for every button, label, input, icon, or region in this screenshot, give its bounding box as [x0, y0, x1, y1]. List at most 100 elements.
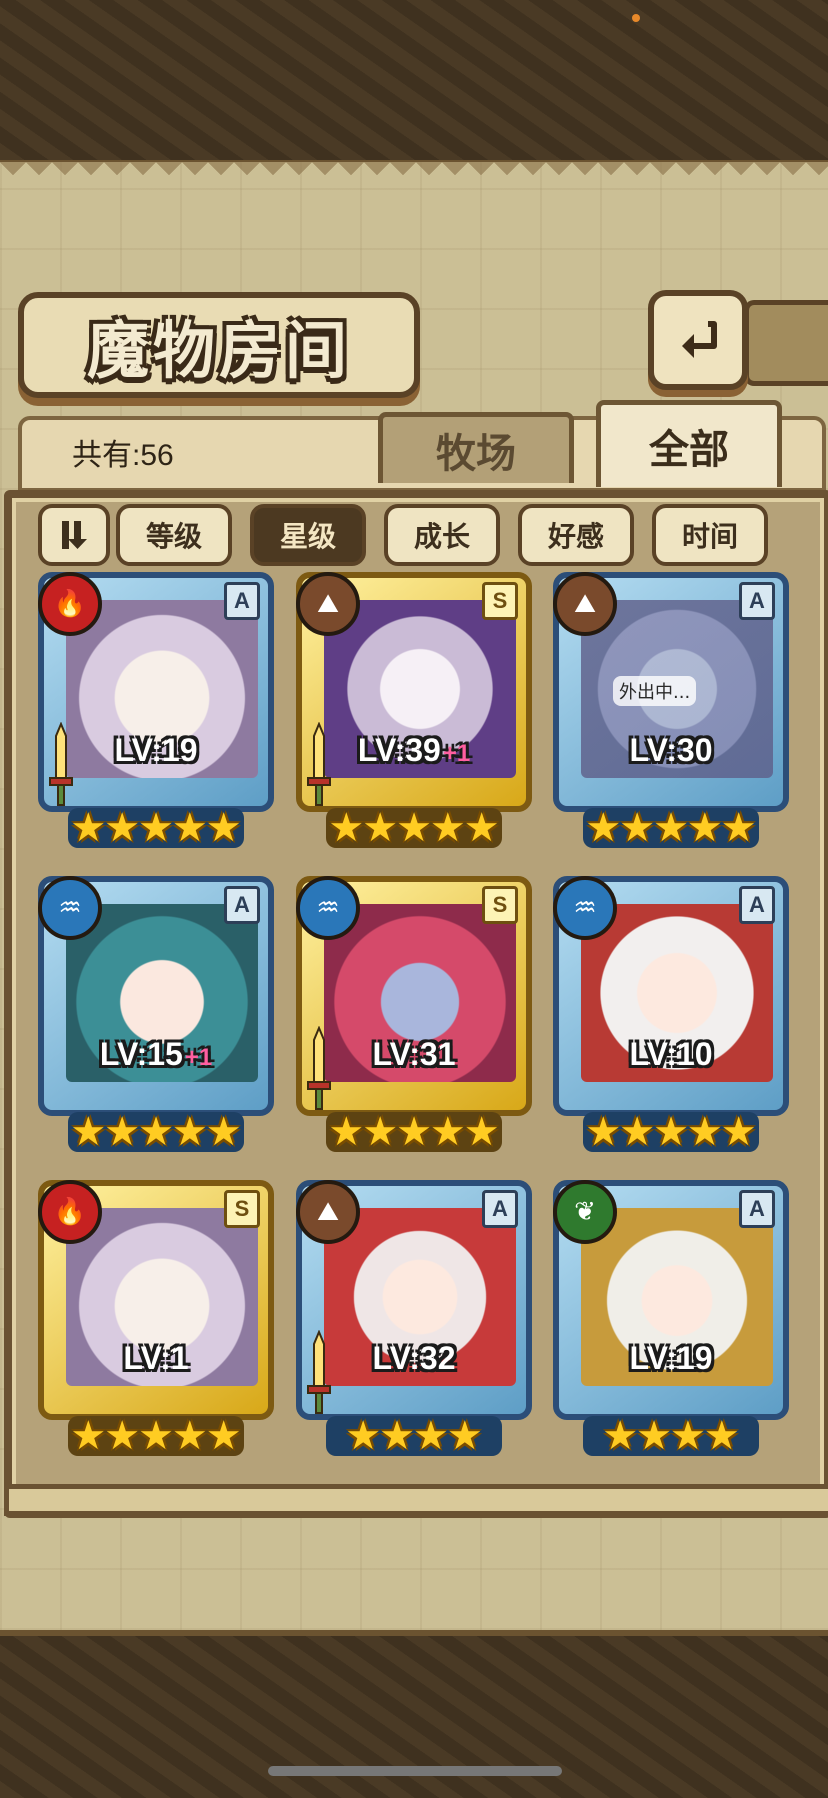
monster-card[interactable]: ⛰ A LV:32 ★ ★ ★ ★: [296, 1180, 532, 1470]
star-rating: ★ ★ ★ ★: [296, 1408, 532, 1464]
earth-element-icon: ⛰: [296, 1180, 360, 1244]
sort-growth-label: 成长: [413, 520, 470, 553]
monster-card[interactable]: ❦ A LV:19 ★ ★ ★ ★: [553, 1180, 789, 1470]
fire-element-icon: 🔥: [38, 1180, 102, 1244]
level-label: LV:31: [296, 1036, 532, 1073]
star-icon: ★: [602, 1413, 639, 1459]
grid-bottom-rail: [4, 1484, 828, 1516]
water-element-icon: ♒: [553, 876, 617, 940]
title-plate: 魔物房间: [18, 292, 420, 398]
star-rating: ★ ★ ★ ★ ★: [38, 1408, 274, 1464]
star-icon: ★: [720, 805, 757, 851]
monster-card[interactable]: 🔥 A LV:19 ★ ★ ★ ★ ★: [38, 572, 274, 862]
rank-badge: A: [739, 582, 775, 620]
sort-star-button[interactable]: 星级: [250, 504, 366, 566]
star-rating: ★ ★ ★ ★ ★: [553, 1104, 789, 1160]
tab-ranch[interactable]: 牧场: [378, 412, 574, 483]
tab-all[interactable]: 全部: [596, 400, 782, 487]
rank-badge: A: [739, 886, 775, 924]
rank-badge: S: [482, 582, 518, 620]
star-icon: ★: [205, 805, 242, 851]
rank-badge: A: [224, 886, 260, 924]
star-icon: ★: [686, 805, 723, 851]
rank-badge: S: [482, 886, 518, 924]
level-label: LV:15+1: [38, 1036, 274, 1073]
star-icon: ★: [446, 1413, 483, 1459]
star-rating: ★ ★ ★ ★: [553, 1408, 789, 1464]
star-icon: ★: [703, 1413, 740, 1459]
sort-time-label: 时间: [681, 520, 738, 553]
star-icon: ★: [653, 805, 689, 851]
water-element-icon: ♒: [38, 876, 102, 940]
star-icon: ★: [463, 1109, 500, 1155]
star-icon: ★: [396, 805, 432, 851]
star-icon: ★: [362, 1109, 399, 1155]
monster-card[interactable]: ♒ A LV:15+1 ★ ★ ★ ★ ★: [38, 876, 274, 1166]
home-indicator[interactable]: [268, 1766, 562, 1776]
rank-badge: S: [224, 1190, 260, 1228]
level-value: LV:15: [99, 1036, 183, 1072]
star-icon: ★: [138, 1109, 174, 1155]
sort-affection-label: 好感: [547, 520, 604, 553]
star-icon: ★: [104, 805, 141, 851]
monster-card[interactable]: ⛰ S LV:39+1 ★ ★ ★ ★ ★: [296, 572, 532, 862]
star-icon: ★: [619, 1109, 656, 1155]
sort-affection-button[interactable]: 好感: [518, 504, 634, 566]
monster-card[interactable]: ⛰ A LV:30 ★ ★ ★ ★ ★ 外出中...: [553, 572, 789, 862]
level-value: LV:10: [629, 1036, 713, 1072]
sort-row: 等级 星级 成长 好感 时间: [0, 500, 828, 566]
level-value: LV:19: [114, 732, 198, 768]
fire-element-icon: 🔥: [38, 572, 102, 636]
status-indicator-dot: [632, 14, 640, 22]
level-bonus: +1: [184, 1044, 213, 1071]
away-status: 外出中...: [613, 676, 697, 706]
level-value: LV:32: [372, 1340, 456, 1376]
star-icon: ★: [396, 1109, 432, 1155]
panel-edge-decoration: [0, 162, 828, 188]
monster-card[interactable]: ♒ S LV:31 ★ ★ ★ ★ ★: [296, 876, 532, 1166]
star-icon: ★: [104, 1413, 141, 1459]
earth-element-icon: ⛰: [296, 572, 360, 636]
star-icon: ★: [636, 1413, 672, 1459]
sort-time-button[interactable]: 时间: [652, 504, 768, 566]
star-icon: ★: [70, 1413, 107, 1459]
star-icon: ★: [720, 1109, 757, 1155]
star-icon: ★: [205, 1109, 242, 1155]
star-icon: ★: [138, 1413, 174, 1459]
star-icon: ★: [585, 1109, 622, 1155]
owned-count: 共有:56: [72, 439, 174, 472]
tab-all-label: 全部: [649, 426, 729, 473]
star-icon: ★: [328, 1109, 365, 1155]
star-icon: ★: [328, 805, 365, 851]
earth-element-icon: ⛰: [553, 572, 617, 636]
level-value: LV:1: [123, 1340, 189, 1376]
level-label: LV:39+1: [296, 732, 532, 769]
page-title: 魔物房间: [86, 314, 351, 387]
star-icon: ★: [653, 1109, 689, 1155]
monster-card[interactable]: ♒ A LV:10 ★ ★ ★ ★ ★: [553, 876, 789, 1166]
sort-order-toggle[interactable]: [38, 504, 110, 566]
sort-order-icon: [62, 521, 87, 549]
level-value: LV:31: [372, 1036, 456, 1072]
level-label: LV:19: [38, 732, 274, 769]
sort-level-button[interactable]: 等级: [116, 504, 232, 566]
sort-level-label: 等级: [145, 520, 202, 553]
return-arrow-icon: [682, 321, 717, 358]
sort-growth-button[interactable]: 成长: [384, 504, 500, 566]
rank-badge: A: [739, 1190, 775, 1228]
star-icon: ★: [171, 1109, 208, 1155]
star-icon: ★: [171, 1413, 208, 1459]
star-rating: ★ ★ ★ ★ ★: [38, 1104, 274, 1160]
star-rating: ★ ★ ★ ★ ★: [296, 800, 532, 856]
star-icon: ★: [104, 1109, 141, 1155]
star-icon: ★: [429, 805, 466, 851]
wind-element-icon: ❦: [553, 1180, 617, 1244]
sort-star-label: 星级: [279, 520, 336, 553]
monster-card[interactable]: 🔥 S LV:1 ★ ★ ★ ★ ★: [38, 1180, 274, 1470]
level-value: LV:39: [357, 732, 441, 768]
star-icon: ★: [429, 1109, 466, 1155]
star-icon: ★: [686, 1109, 723, 1155]
star-icon: ★: [670, 1413, 706, 1459]
star-icon: ★: [619, 805, 656, 851]
back-button[interactable]: [648, 290, 748, 390]
